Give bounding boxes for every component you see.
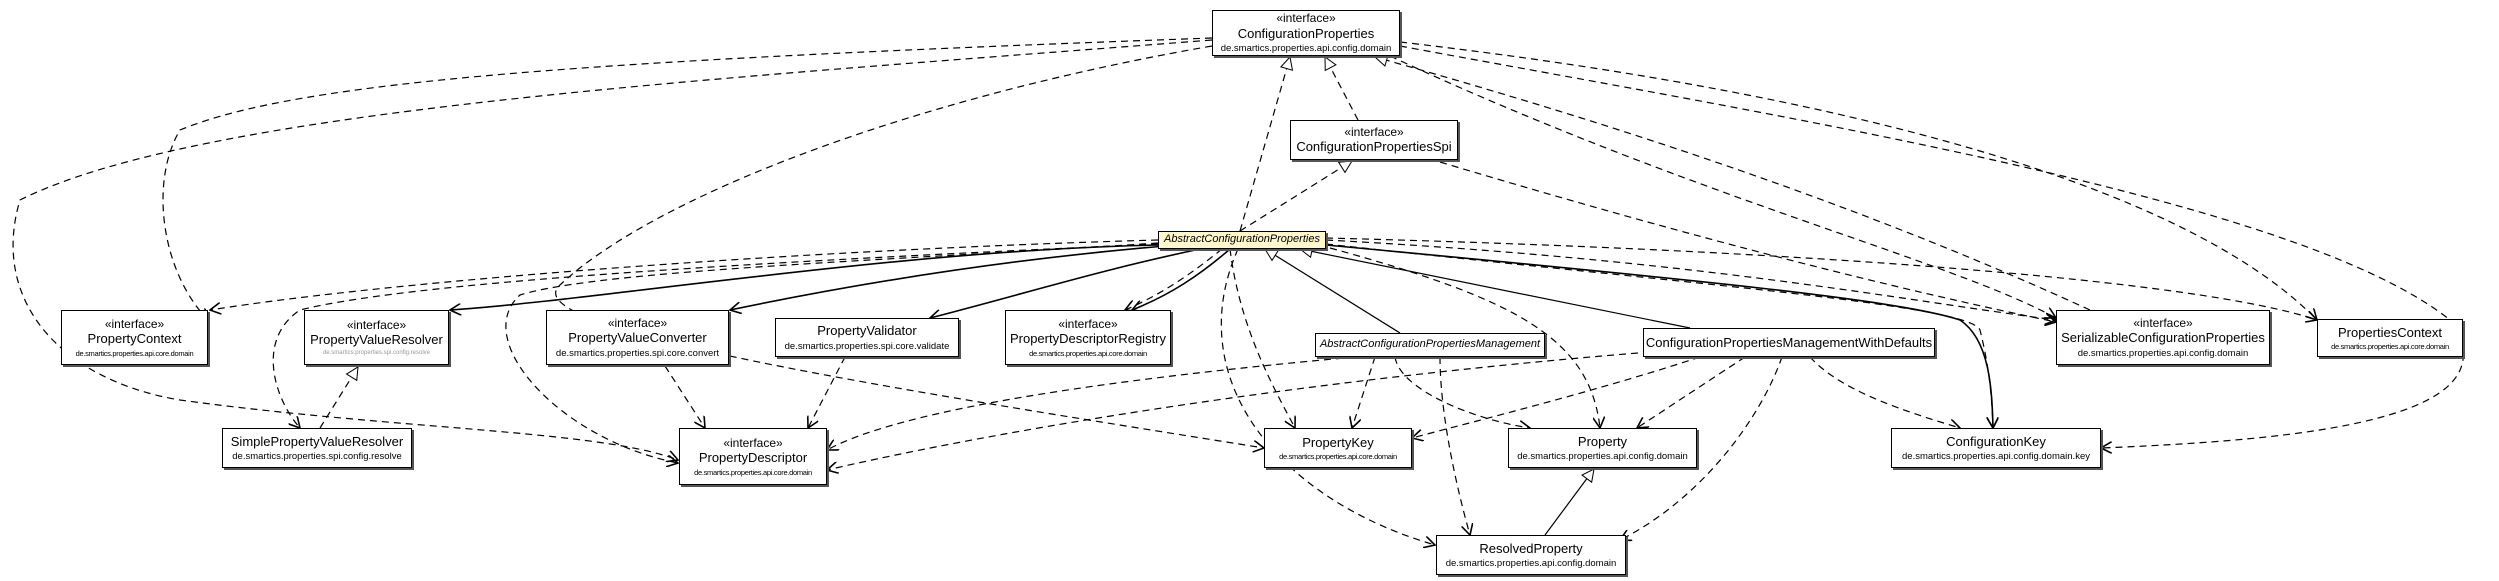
class-configuration-properties[interactable]: «interface» ConfigurationProperties de.s…: [1212, 10, 1400, 56]
package-name: de.smartics.properties.spi.core.convert: [555, 347, 720, 359]
edge-dependency-abstractConfigurationPropertiesManagement-to-propertyKey: [1352, 356, 1376, 428]
stereotype-label: «interface»: [1344, 125, 1404, 139]
edge-dependency-propertyValidator-to-propertyDescriptor: [808, 356, 846, 428]
class-configuration-key[interactable]: ConfigurationKey de.smartics.properties.…: [1891, 428, 2101, 468]
edge-dependency-configurationProperties-to-serializableConfigurationProperties: [1389, 55, 2056, 318]
edge-dependency-abstractConfigurationProperties-to-propertiesContext: [1325, 237, 2317, 320]
package-name: de.smartics.properties.spi.config.resolv…: [232, 451, 402, 463]
edge-generalization-resolvedProperty-to-property: [1544, 469, 1594, 536]
class-name: PropertyValueResolver: [310, 332, 443, 348]
package-name: de.smartics.properties.api.core.domain: [694, 467, 812, 477]
edge-dependency-configurationProperties-to-configurationKey: [1399, 45, 2464, 448]
stereotype-label: «interface»: [607, 315, 668, 330]
class-property-value-converter[interactable]: «interface» PropertyValueConverter de.sm…: [546, 310, 729, 365]
package-name: de.smartics.properties.api.config.domain: [1445, 558, 1617, 570]
class-property-validator[interactable]: PropertyValidator de.smartics.properties…: [775, 318, 959, 357]
class-name: ConfigurationKey: [1946, 433, 2046, 449]
package-name: de.smartics.properties.api.core.domain: [2331, 342, 2449, 352]
class-configuration-properties-spi[interactable]: «interface» ConfigurationPropertiesSpi: [1290, 120, 1458, 160]
stereotype-label: «interface»: [2133, 315, 2193, 330]
edge-realization-configurationPropertiesSpi-to-configurationProperties: [1324, 57, 1359, 121]
stereotype-label: «interface»: [1276, 11, 1336, 26]
class-name: ConfigurationProperties: [1237, 25, 1375, 41]
stereotype-label: «interface»: [723, 436, 783, 450]
edge-dependency-configurationProperties-to-propertiesContext: [1399, 41, 2317, 320]
class-name: PropertyDescriptorRegistry: [1009, 331, 1167, 347]
class-properties-context[interactable]: PropertiesContext de.smartics.properties…: [2317, 319, 2463, 357]
class-name: AbstractConfigurationPropertiesManagemen…: [1319, 338, 1541, 351]
class-property-descriptor[interactable]: «interface» PropertyDescriptor de.smarti…: [679, 428, 827, 485]
class-name: PropertyValidator: [817, 323, 917, 338]
class-name: SerializableConfigurationProperties: [2061, 330, 2265, 346]
edge-dependency-configurationPropertiesManagementWithDefaults-to-property: [1637, 356, 1746, 428]
package-name: de.smartics.properties.spi.config.resolv…: [322, 349, 431, 356]
edge-association-abstractConfigurationProperties-to-propertyValidator: [930, 248, 1201, 318]
class-name: ConfigurationPropertiesManagementWithDef…: [1645, 334, 1933, 350]
class-name: SimplePropertyValueResolver: [230, 433, 404, 449]
class-resolved-property[interactable]: ResolvedProperty de.smartics.properties.…: [1436, 535, 1626, 575]
class-abstract-configuration-properties[interactable]: AbstractConfigurationProperties: [1158, 231, 1326, 249]
class-name: ResolvedProperty: [1479, 540, 1583, 556]
class-property[interactable]: Property de.smartics.properties.api.conf…: [1508, 428, 1697, 468]
package-name: de.smartics.properties.api.core.domain: [75, 348, 194, 358]
edge-dependency-abstractConfigurationProperties-to-resolvedProperty: [1220, 248, 1435, 545]
class-serializable-configuration-properties[interactable]: «interface» SerializableConfigurationPro…: [2056, 310, 2270, 365]
package-name: de.smartics.properties.api.core.domain: [1279, 452, 1397, 462]
class-name: Property: [1577, 433, 1628, 449]
edge-dependency-configurationPropertiesSpi-to-serializableConfigurationProperties: [1439, 161, 2056, 322]
class-property-descriptor-registry[interactable]: «interface» PropertyDescriptorRegistry d…: [1005, 310, 1171, 365]
package-name: de.smartics.properties.api.core.domain: [1029, 348, 1147, 358]
class-property-value-resolver[interactable]: «interface» PropertyValueResolver de.sma…: [304, 310, 449, 365]
edge-dependency-configurationPropertiesManagementWithDefaults-to-configurationKey: [1809, 356, 1960, 428]
class-name: ConfigurationPropertiesSpi: [1296, 139, 1452, 155]
package-name: de.smartics.properties.api.config.domain: [1220, 43, 1392, 55]
class-name: PropertyContext: [87, 331, 182, 347]
class-name: PropertyDescriptor: [698, 450, 808, 466]
stereotype-label: «interface»: [104, 317, 165, 331]
class-property-key[interactable]: PropertyKey de.smartics.properties.api.c…: [1264, 428, 1412, 468]
edge-dependency-configurationPropertiesManagementWithDefaults-to-propertyKey: [1412, 356, 1701, 438]
package-name: de.smartics.properties.api.config.domain…: [1902, 451, 2090, 463]
class-name: PropertiesContext: [2337, 324, 2443, 340]
package-name: de.smartics.properties.spi.core.validate: [784, 340, 950, 352]
stereotype-label: «interface»: [1058, 317, 1118, 331]
class-name: PropertyKey: [1302, 434, 1374, 450]
edges-layer: [12, 37, 2464, 581]
package-name: de.smartics.properties.api.config.domain: [2077, 347, 2249, 359]
package-name: de.smartics.properties.api.config.domain: [1517, 451, 1688, 463]
class-configuration-properties-management-with-defaults[interactable]: ConfigurationPropertiesManagementWithDef…: [1643, 328, 1935, 357]
edge-dependency-configurationProperties-to-propertyContext: [162, 37, 1213, 320]
edge-realization-serializableConfigurationProperties-to-configurationProperties: [1375, 57, 2091, 311]
class-abstract-configuration-properties-management[interactable]: AbstractConfigurationPropertiesManagemen…: [1315, 333, 1545, 357]
class-simple-property-value-resolver[interactable]: SimplePropertyValueResolver de.smartics.…: [222, 428, 412, 468]
class-property-context[interactable]: «interface» PropertyContext de.smartics.…: [61, 310, 208, 365]
class-name: AbstractConfigurationProperties: [1164, 233, 1320, 246]
edge-dependency-abstractConfigurationPropertiesManagement-to-property: [1394, 356, 1530, 428]
stereotype-label: «interface»: [346, 317, 407, 332]
edge-dependency-abstractConfigurationProperties-to-propertyDescriptorRegistry: [1125, 248, 1223, 310]
edge-dependency-propertyValueConverter-to-propertyDescriptor: [664, 365, 705, 428]
class-name: PropertyValueConverter: [568, 330, 707, 346]
edge-dependency-abstractConfigurationPropertiesManagement-to-resolvedProperty: [1439, 356, 1470, 535]
